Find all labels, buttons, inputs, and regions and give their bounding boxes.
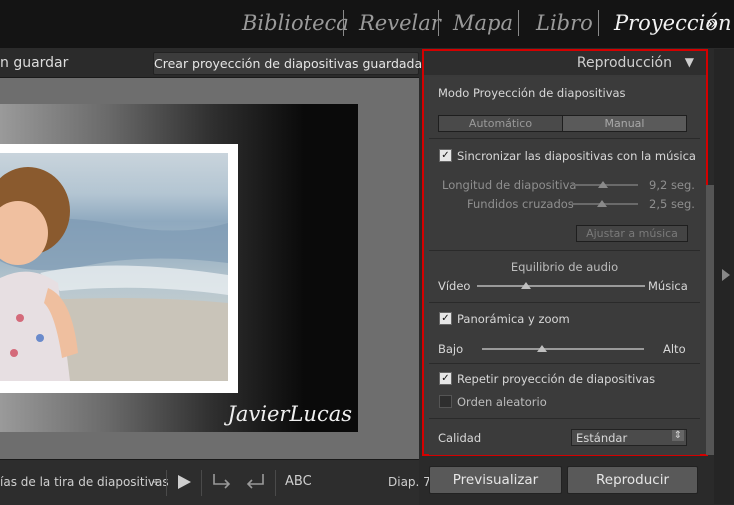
playback-panel-content: Modo Proyección de diapositivas Automáti… (429, 77, 700, 455)
crossfade-thumb[interactable] (597, 200, 607, 207)
random-order-label: Orden aleatorio (457, 395, 547, 409)
module-separator (343, 10, 344, 36)
slide-length-label: Longitud de diapositiva (442, 178, 577, 192)
repeat-checkbox[interactable]: ✓ (439, 372, 452, 385)
create-saved-slideshow-button[interactable]: Crear proyección de diapositivas guardad… (153, 52, 422, 75)
panel-scrollbar[interactable] (706, 185, 714, 455)
sync-music-section: ✓ Sincronizar las diapositivas con la mú… (429, 139, 700, 251)
preview-button[interactable]: Previsualizar (429, 466, 562, 494)
mode-label: Modo Proyección de diapositivas (438, 86, 626, 100)
module-separator (598, 10, 599, 36)
slide-photo (0, 153, 228, 381)
module-picker: Biblioteca Revelar Mapa Libro Proyección… (0, 0, 734, 48)
collapse-triangle-icon[interactable]: ▼ (685, 55, 694, 69)
module-revelar[interactable]: Revelar (359, 11, 441, 35)
fit-to-music-button[interactable]: Ajustar a música (576, 225, 688, 242)
expand-right-panel-icon[interactable] (722, 269, 730, 281)
slide-preview: JavierLucas (0, 104, 358, 432)
pan-zoom-thumb[interactable] (537, 345, 547, 352)
audio-balance-thumb[interactable] (521, 282, 531, 289)
sync-music-checkbox[interactable]: ✓ (439, 149, 452, 162)
module-separator (518, 10, 519, 36)
audio-music-label: Música (648, 279, 688, 293)
bottom-toolbar: ías de la tira de diapositivas ÷ ABC Dia… (0, 459, 431, 505)
module-libro[interactable]: Libro (536, 11, 593, 35)
slide-length-thumb[interactable] (598, 181, 608, 188)
audio-balance-slider[interactable] (477, 285, 645, 287)
pan-zoom-label: Panorámica y zoom (457, 312, 570, 326)
sync-music-label: Sincronizar las diapositivas con la músi… (457, 149, 696, 163)
filmstrip-use-select[interactable]: ías de la tira de diapositivas (0, 475, 169, 489)
quality-section: Calidad Estándar ⇕ (429, 419, 700, 455)
select-stepper-icon: ⇕ (672, 430, 684, 441)
rotate-counterclockwise-icon[interactable] (242, 472, 266, 492)
quality-label: Calidad (438, 431, 482, 445)
audio-video-label: Vídeo (438, 279, 471, 293)
pan-zoom-section: ✓ Panorámica y zoom Bajo Alto (429, 303, 700, 364)
play-icon[interactable] (176, 474, 192, 490)
collection-toolbar: n guardar Crear proyección de diapositiv… (0, 48, 422, 78)
slide-stage: JavierLucas (0, 78, 419, 459)
audio-balance-title: Equilibrio de audio (510, 260, 619, 274)
mode-manual-button[interactable]: Manual (562, 115, 687, 132)
crossfade-value[interactable]: 2,5 seg. (649, 197, 695, 211)
playback-panel: Reproducción ▼ Modo Proyección de diapos… (422, 49, 708, 456)
pan-zoom-slider[interactable] (482, 348, 644, 350)
toolbar-divider (166, 470, 167, 496)
module-biblioteca[interactable]: Biblioteca (242, 11, 349, 35)
toolbar-divider (275, 470, 276, 496)
pan-high-label: Alto (663, 342, 686, 356)
photo-frame (0, 144, 238, 393)
rotate-clockwise-icon[interactable] (211, 472, 235, 492)
slide-length-value[interactable]: 9,2 seg. (649, 178, 695, 192)
child-photo-image (0, 167, 228, 381)
toolbar-divider (201, 470, 202, 496)
random-order-checkbox[interactable] (439, 395, 452, 408)
slideshow-mode-section: Modo Proyección de diapositivas Automáti… (429, 77, 700, 139)
mode-automatic-button[interactable]: Automático (438, 115, 563, 132)
slide-counter: Diap. 7 (388, 475, 431, 489)
pan-low-label: Bajo (438, 342, 464, 356)
module-mapa[interactable]: Mapa (453, 11, 513, 35)
play-button[interactable]: Reproducir (567, 466, 698, 494)
module-separator (438, 10, 439, 36)
pan-zoom-checkbox[interactable]: ✓ (439, 312, 452, 325)
crossfade-label: Fundidos cruzados (467, 197, 574, 211)
quality-select[interactable]: Estándar ⇕ (571, 429, 687, 446)
identity-plate: JavierLucas (227, 402, 352, 426)
right-panel-edge (714, 49, 734, 504)
panel-title: Reproducción (576, 55, 672, 71)
playback-panel-header[interactable]: Reproducción ▼ (424, 51, 706, 75)
audio-balance-section: Equilibrio de audio Vídeo Música (429, 251, 700, 303)
repeat-label: Repetir proyección de diapositivas (457, 372, 656, 386)
repeat-section: ✓ Repetir proyección de diapositivas Ord… (429, 364, 700, 419)
module-more-icon[interactable]: » (706, 13, 717, 34)
collection-title: n guardar (0, 55, 69, 71)
select-arrows-icon[interactable]: ÷ (151, 475, 161, 489)
quality-value: Estándar (576, 431, 628, 445)
add-text-button[interactable]: ABC (285, 474, 312, 489)
